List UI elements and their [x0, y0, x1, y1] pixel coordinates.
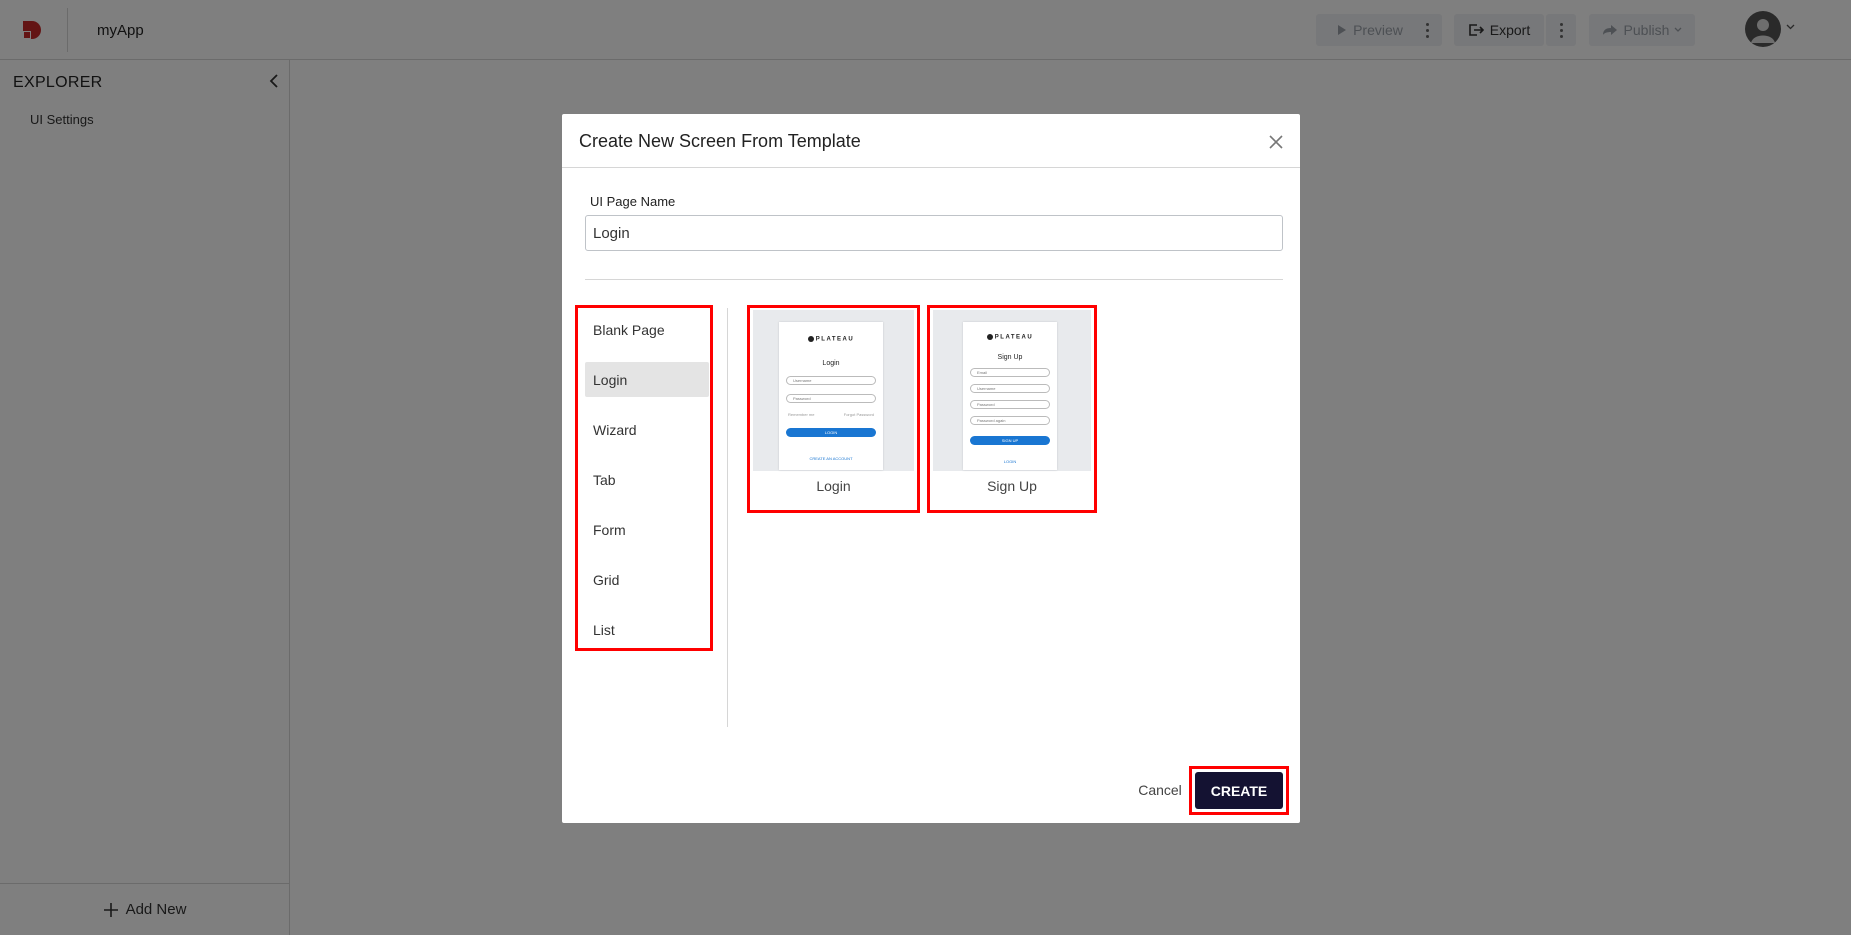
brand-logo-icon: [807, 336, 814, 342]
create-button[interactable]: CREATE: [1195, 772, 1283, 809]
template-thumbnail: PLATEAU Login Username Password Remember…: [753, 310, 914, 471]
thumbnail-input: Password: [970, 400, 1050, 409]
thumbnail-input: Username: [970, 384, 1050, 393]
category-login[interactable]: Login: [585, 362, 709, 397]
thumbnail-options-row: Remember me Forgot Password: [788, 412, 874, 417]
thumbnail-input: Password: [786, 394, 876, 403]
category-grid[interactable]: Grid: [585, 562, 709, 597]
cancel-button[interactable]: Cancel: [1127, 775, 1193, 805]
category-wizard[interactable]: Wizard: [585, 412, 709, 447]
thumbnail-page: PLATEAU Login Username Password Remember…: [779, 322, 883, 470]
thumbnail-brand: PLATEAU: [779, 336, 883, 343]
category-form[interactable]: Form: [585, 512, 709, 547]
dialog-title: Create New Screen From Template: [579, 131, 861, 151]
category-list[interactable]: List: [585, 612, 709, 647]
thumbnail-heading: Login: [822, 360, 840, 367]
category-tab[interactable]: Tab: [585, 462, 709, 497]
thumbnail-button: LOGIN: [786, 428, 876, 437]
thumbnail-link: LOGIN: [1003, 459, 1017, 464]
template-thumbnail: PLATEAU Sign Up Email Username Password …: [933, 310, 1091, 471]
thumbnail-forgot: Forgot Password: [843, 412, 874, 417]
create-screen-dialog: Create New Screen From Template UI Page …: [562, 114, 1300, 823]
vertical-divider: [727, 308, 728, 727]
create-button-highlight: CREATE: [1189, 766, 1289, 815]
thumbnail-button: SIGN UP: [970, 436, 1050, 445]
thumbnail-link: CREATE AN ACCOUNT: [809, 456, 853, 461]
page-name-input[interactable]: [585, 215, 1283, 251]
dialog-header: Create New Screen From Template: [562, 114, 1300, 168]
thumbnail-page: PLATEAU Sign Up Email Username Password …: [963, 322, 1057, 470]
template-caption: Login: [816, 478, 851, 494]
thumbnail-input: Password again: [970, 416, 1050, 425]
category-blank-page[interactable]: Blank Page: [585, 312, 709, 347]
thumbnail-remember: Remember me: [788, 412, 815, 417]
thumbnail-brand: PLATEAU: [963, 334, 1057, 341]
template-card-sign-up[interactable]: PLATEAU Sign Up Email Username Password …: [927, 305, 1097, 513]
thumbnail-input: Email: [970, 368, 1050, 377]
template-category-list: Blank Page Login Wizard Tab Form Grid Li…: [575, 305, 713, 651]
close-icon[interactable]: [1268, 134, 1284, 150]
page-name-label: UI Page Name: [590, 194, 676, 209]
divider: [585, 279, 1283, 280]
template-caption: Sign Up: [987, 478, 1037, 494]
thumbnail-input: Username: [786, 376, 876, 385]
thumbnail-heading: Sign Up: [997, 354, 1023, 361]
template-card-login[interactable]: PLATEAU Login Username Password Remember…: [747, 305, 920, 513]
brand-logo-icon: [986, 334, 993, 340]
